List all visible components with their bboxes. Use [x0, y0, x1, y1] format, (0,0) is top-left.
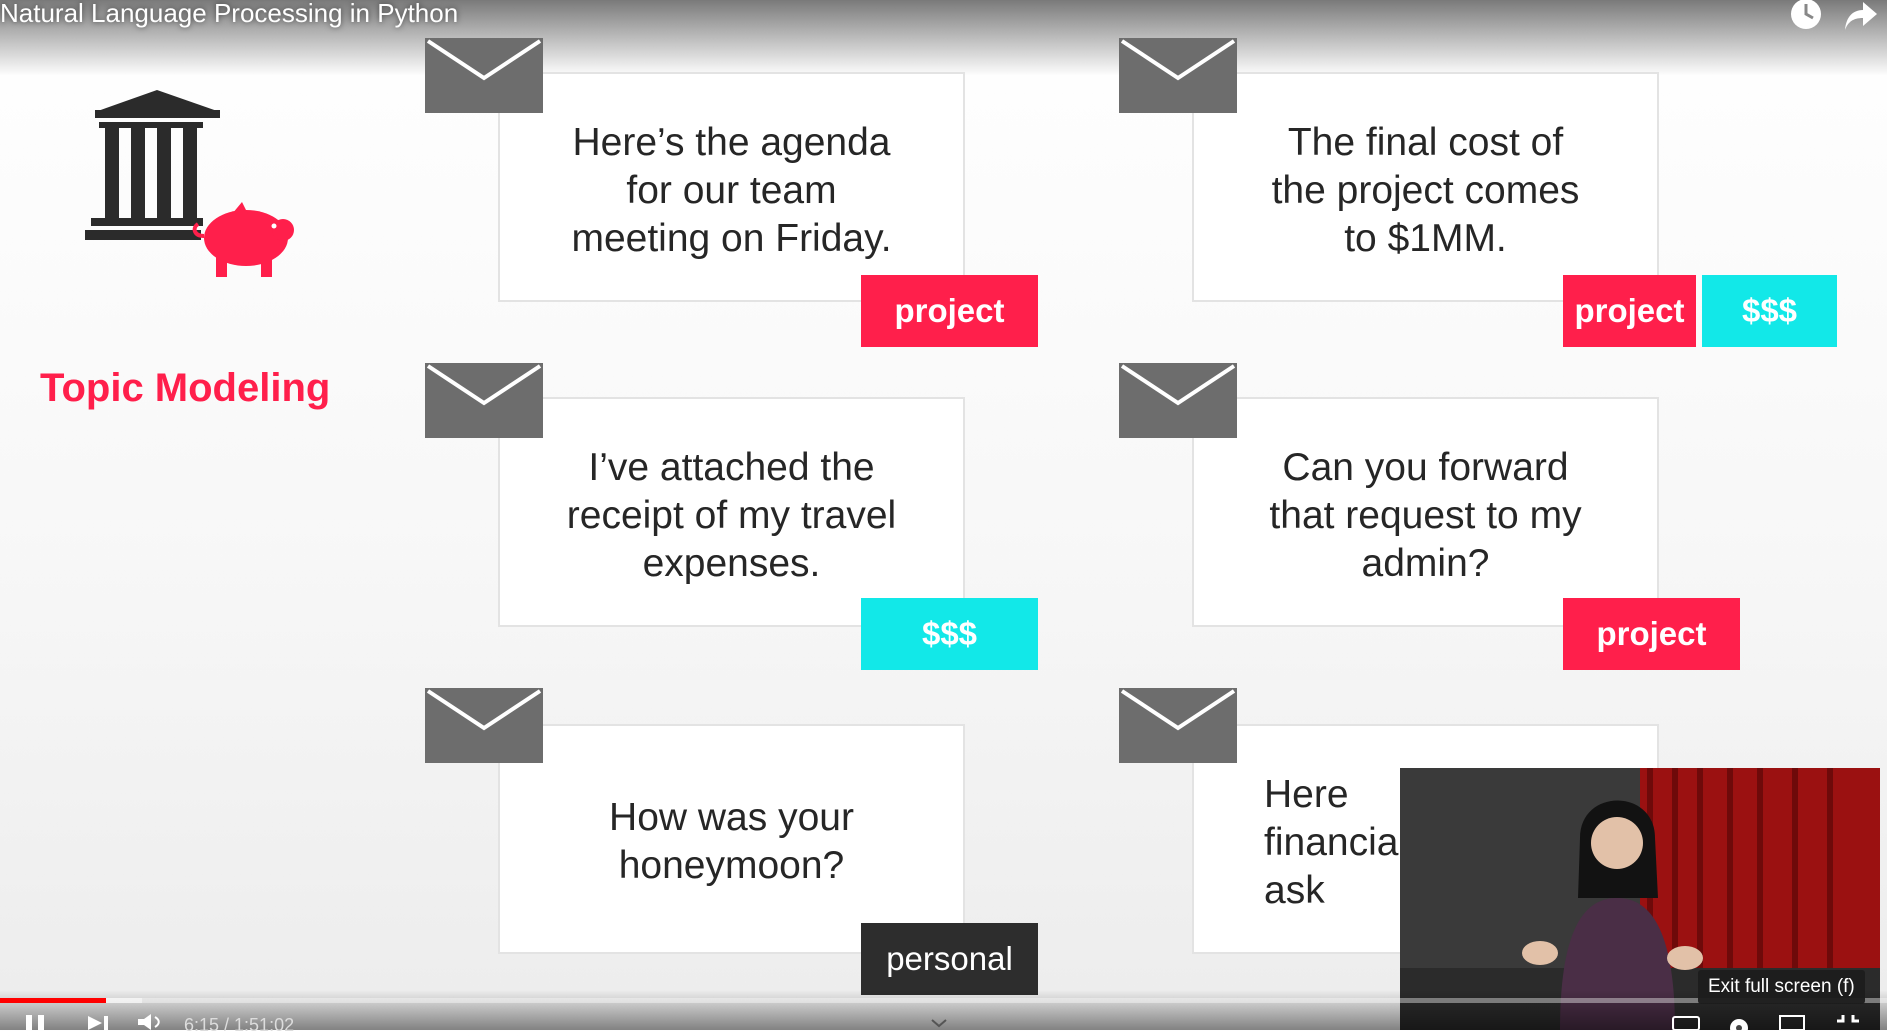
topic-title: Topic Modeling [40, 366, 331, 410]
time-display: 6:15 / 1:51:02 [184, 1015, 295, 1035]
clock-icon[interactable] [1788, 0, 1824, 34]
email-text: Here’s the agenda for our team meeting o… [571, 121, 892, 260]
share-icon[interactable] [1843, 0, 1879, 34]
tag-project: project [1563, 275, 1696, 347]
volume-icon[interactable] [136, 1014, 166, 1030]
chevron-down-icon[interactable] [930, 1018, 948, 1028]
cast-icon[interactable] [1776, 1015, 1806, 1030]
subtitles-icon[interactable] [1672, 1016, 1700, 1030]
progress-played [0, 998, 106, 1003]
email-text: Can you forward that request to my admin… [1269, 446, 1582, 585]
fullscreen-icon[interactable] [1835, 1015, 1861, 1030]
email-text: I’ve attached the receipt of my travel e… [566, 446, 897, 585]
piggy-bank-icon [192, 202, 294, 277]
settings-icon[interactable] [1726, 1015, 1752, 1030]
exit-fullscreen-tooltip: Exit full screen (f) [1698, 970, 1865, 1004]
email-text: How was your honeymoon? [609, 796, 854, 887]
tag-project: project [1563, 598, 1740, 670]
envelope-icon [425, 363, 543, 438]
envelope-icon [1119, 363, 1237, 438]
envelope-icon [425, 688, 543, 763]
envelope-icon [1119, 688, 1237, 763]
next-icon[interactable] [86, 1016, 110, 1030]
video-title[interactable]: Natural Language Processing in Python [0, 0, 458, 30]
play-pause-icon[interactable] [24, 1015, 48, 1030]
video-title-bar: Natural Language Processing in Python [0, 0, 1887, 76]
envelope-icon [1119, 38, 1237, 113]
envelope-icon [425, 38, 543, 113]
tag-project: project [861, 275, 1038, 347]
tag-money: $$$ [861, 598, 1038, 670]
tag-personal: personal [861, 923, 1038, 995]
progress-bar[interactable] [0, 998, 1887, 1003]
email-text: The final cost of the project comes to $… [1271, 121, 1580, 260]
tag-money: $$$ [1702, 275, 1837, 347]
